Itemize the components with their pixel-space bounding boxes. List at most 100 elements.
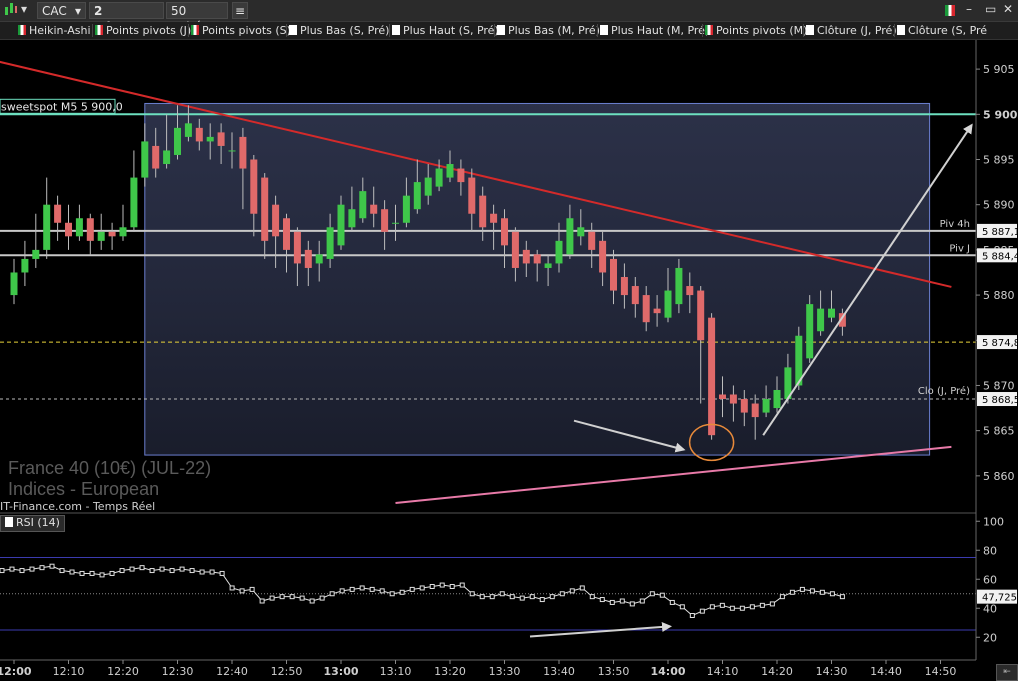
indicator-tab[interactable]: Points pivots (M) bbox=[705, 23, 807, 38]
candle-body bbox=[675, 267, 683, 305]
rsi-point bbox=[29, 566, 35, 572]
rsi-point bbox=[169, 568, 175, 574]
rsi-point bbox=[599, 597, 605, 603]
restore-icon[interactable]: ▭ bbox=[985, 2, 996, 16]
rsi-point bbox=[549, 594, 555, 600]
candle-body bbox=[195, 127, 203, 142]
candle-body bbox=[457, 168, 465, 183]
candle-body bbox=[599, 240, 607, 273]
candle-body bbox=[697, 290, 705, 341]
rsi-point bbox=[39, 565, 45, 571]
pivot-j-label: Piv J bbox=[949, 243, 970, 254]
candle-body bbox=[32, 249, 40, 259]
rsi-label-box[interactable]: RSI (14) bbox=[0, 515, 65, 532]
indicator-tab[interactable]: Points pivots (J) bbox=[95, 23, 191, 38]
rsi-point bbox=[149, 568, 155, 574]
rsi-point bbox=[329, 591, 335, 597]
candle-body bbox=[577, 227, 585, 237]
rsi-point bbox=[779, 594, 785, 600]
close-icon[interactable]: ✕ bbox=[1003, 2, 1013, 16]
candle-body bbox=[54, 204, 62, 223]
rsi-point bbox=[649, 591, 655, 597]
indicator-tab[interactable]: Plus Haut (S, Pré) bbox=[392, 23, 499, 38]
price-tick-label: 5 880 bbox=[983, 289, 1015, 302]
units-select[interactable]: 50 unités bbox=[166, 2, 228, 34]
rsi-point bbox=[739, 605, 745, 611]
price-chart[interactable]: sweetspot M5 5 900,0 Piv 4h Piv J Clo (J, P… bbox=[0, 40, 1018, 681]
rsi-point bbox=[339, 588, 345, 594]
watermark-symbol: France 40 (10€) (JUL-22) bbox=[8, 458, 212, 478]
rsi-point bbox=[389, 591, 395, 597]
time-tick-label: 13:00 bbox=[323, 665, 358, 678]
candle-body bbox=[119, 227, 127, 237]
candle-body bbox=[163, 150, 171, 165]
candle-body bbox=[610, 258, 617, 291]
flag-icon bbox=[806, 25, 814, 35]
rsi-point bbox=[189, 568, 195, 574]
candle-body bbox=[555, 240, 563, 264]
indicator-tab[interactable]: Clôture (J, Pré) bbox=[806, 23, 897, 38]
watermark: France 40 (10€) (JUL-22) Indices - Europ… bbox=[8, 458, 211, 500]
flag-icon bbox=[95, 25, 103, 35]
indicator-tab[interactable]: Plus Bas (S, Pré) bbox=[289, 23, 389, 38]
indicator-tab[interactable]: Plus Bas (M, Pré) bbox=[497, 23, 600, 38]
candle-body bbox=[566, 218, 574, 255]
list-icon: ≡ bbox=[234, 4, 246, 18]
indicator-tab[interactable]: Points pivots (S) bbox=[191, 23, 291, 38]
close-prev-day-price-tag-text: 5 868,5 bbox=[982, 395, 1018, 406]
rsi-point bbox=[479, 594, 485, 600]
close-prev-day-label: Clo (J, Pré) bbox=[918, 385, 970, 397]
chevron-down-icon: ▾ bbox=[74, 4, 81, 18]
time-tick-label: 12:00 bbox=[0, 665, 32, 678]
rsi-point bbox=[279, 594, 285, 600]
candle bbox=[708, 313, 716, 440]
rsi-point bbox=[369, 586, 375, 592]
candle-body bbox=[141, 141, 149, 178]
indicator-tab[interactable]: Heikin-Ashi bbox=[18, 23, 91, 38]
flag-icon bbox=[497, 25, 505, 35]
rsi-value-tag: 47,725 bbox=[977, 589, 1017, 604]
rsi-point bbox=[299, 595, 305, 601]
rsi-point bbox=[429, 584, 435, 589]
units-menu-button[interactable]: ≡ bbox=[232, 2, 248, 19]
rsi-point bbox=[499, 591, 505, 597]
candle-body bbox=[184, 123, 192, 137]
rsi-point bbox=[829, 591, 835, 597]
rsi-point bbox=[379, 588, 385, 594]
level-price-tag-text: 5 874,8 bbox=[982, 338, 1018, 349]
rsi-point bbox=[319, 595, 325, 601]
candle-body bbox=[642, 295, 650, 323]
level-price-tag: 5 874,8 bbox=[977, 335, 1018, 350]
candle-body bbox=[806, 304, 814, 359]
flag-icon bbox=[897, 25, 905, 35]
candle-body bbox=[228, 150, 236, 152]
dropdown-arrow-icon[interactable]: ▾ bbox=[21, 2, 27, 16]
rsi-tick-label: 100 bbox=[983, 515, 1004, 528]
rsi-point bbox=[449, 584, 455, 589]
candle-body bbox=[413, 182, 421, 210]
candle-body bbox=[740, 399, 748, 413]
rsi-point bbox=[699, 608, 705, 614]
minimize-icon[interactable]: – bbox=[966, 2, 972, 16]
time-tick-label: 14:30 bbox=[816, 665, 848, 678]
indicator-tab[interactable]: Clôture (S, Pré bbox=[897, 23, 987, 38]
rsi-point bbox=[179, 566, 185, 572]
time-tick-label: 12:50 bbox=[271, 665, 303, 678]
time-tick-label: 14:40 bbox=[870, 665, 902, 678]
scroll-corner-button[interactable]: ⇤ bbox=[996, 664, 1018, 681]
candle-body bbox=[511, 231, 519, 268]
rsi-point bbox=[239, 588, 245, 594]
candle-body bbox=[250, 159, 258, 214]
time-tick-label: 14:10 bbox=[707, 665, 739, 678]
flag-icon bbox=[5, 517, 13, 527]
interval-select[interactable]: 2 minutes ▾ bbox=[89, 2, 164, 34]
indicator-tab[interactable]: Plus Haut (M, Pré) bbox=[600, 23, 709, 38]
rsi-point bbox=[89, 570, 95, 576]
rsi-point bbox=[9, 566, 15, 572]
data-source: IT-Finance.com - Temps Réel bbox=[0, 500, 156, 513]
rsi-point bbox=[199, 569, 205, 575]
indicator-label: Plus Bas (S, Pré) bbox=[300, 24, 390, 37]
chart-type-icon[interactable] bbox=[4, 1, 18, 20]
symbol-select[interactable]: CAC ▾ bbox=[37, 2, 86, 19]
candle-body bbox=[304, 249, 312, 268]
